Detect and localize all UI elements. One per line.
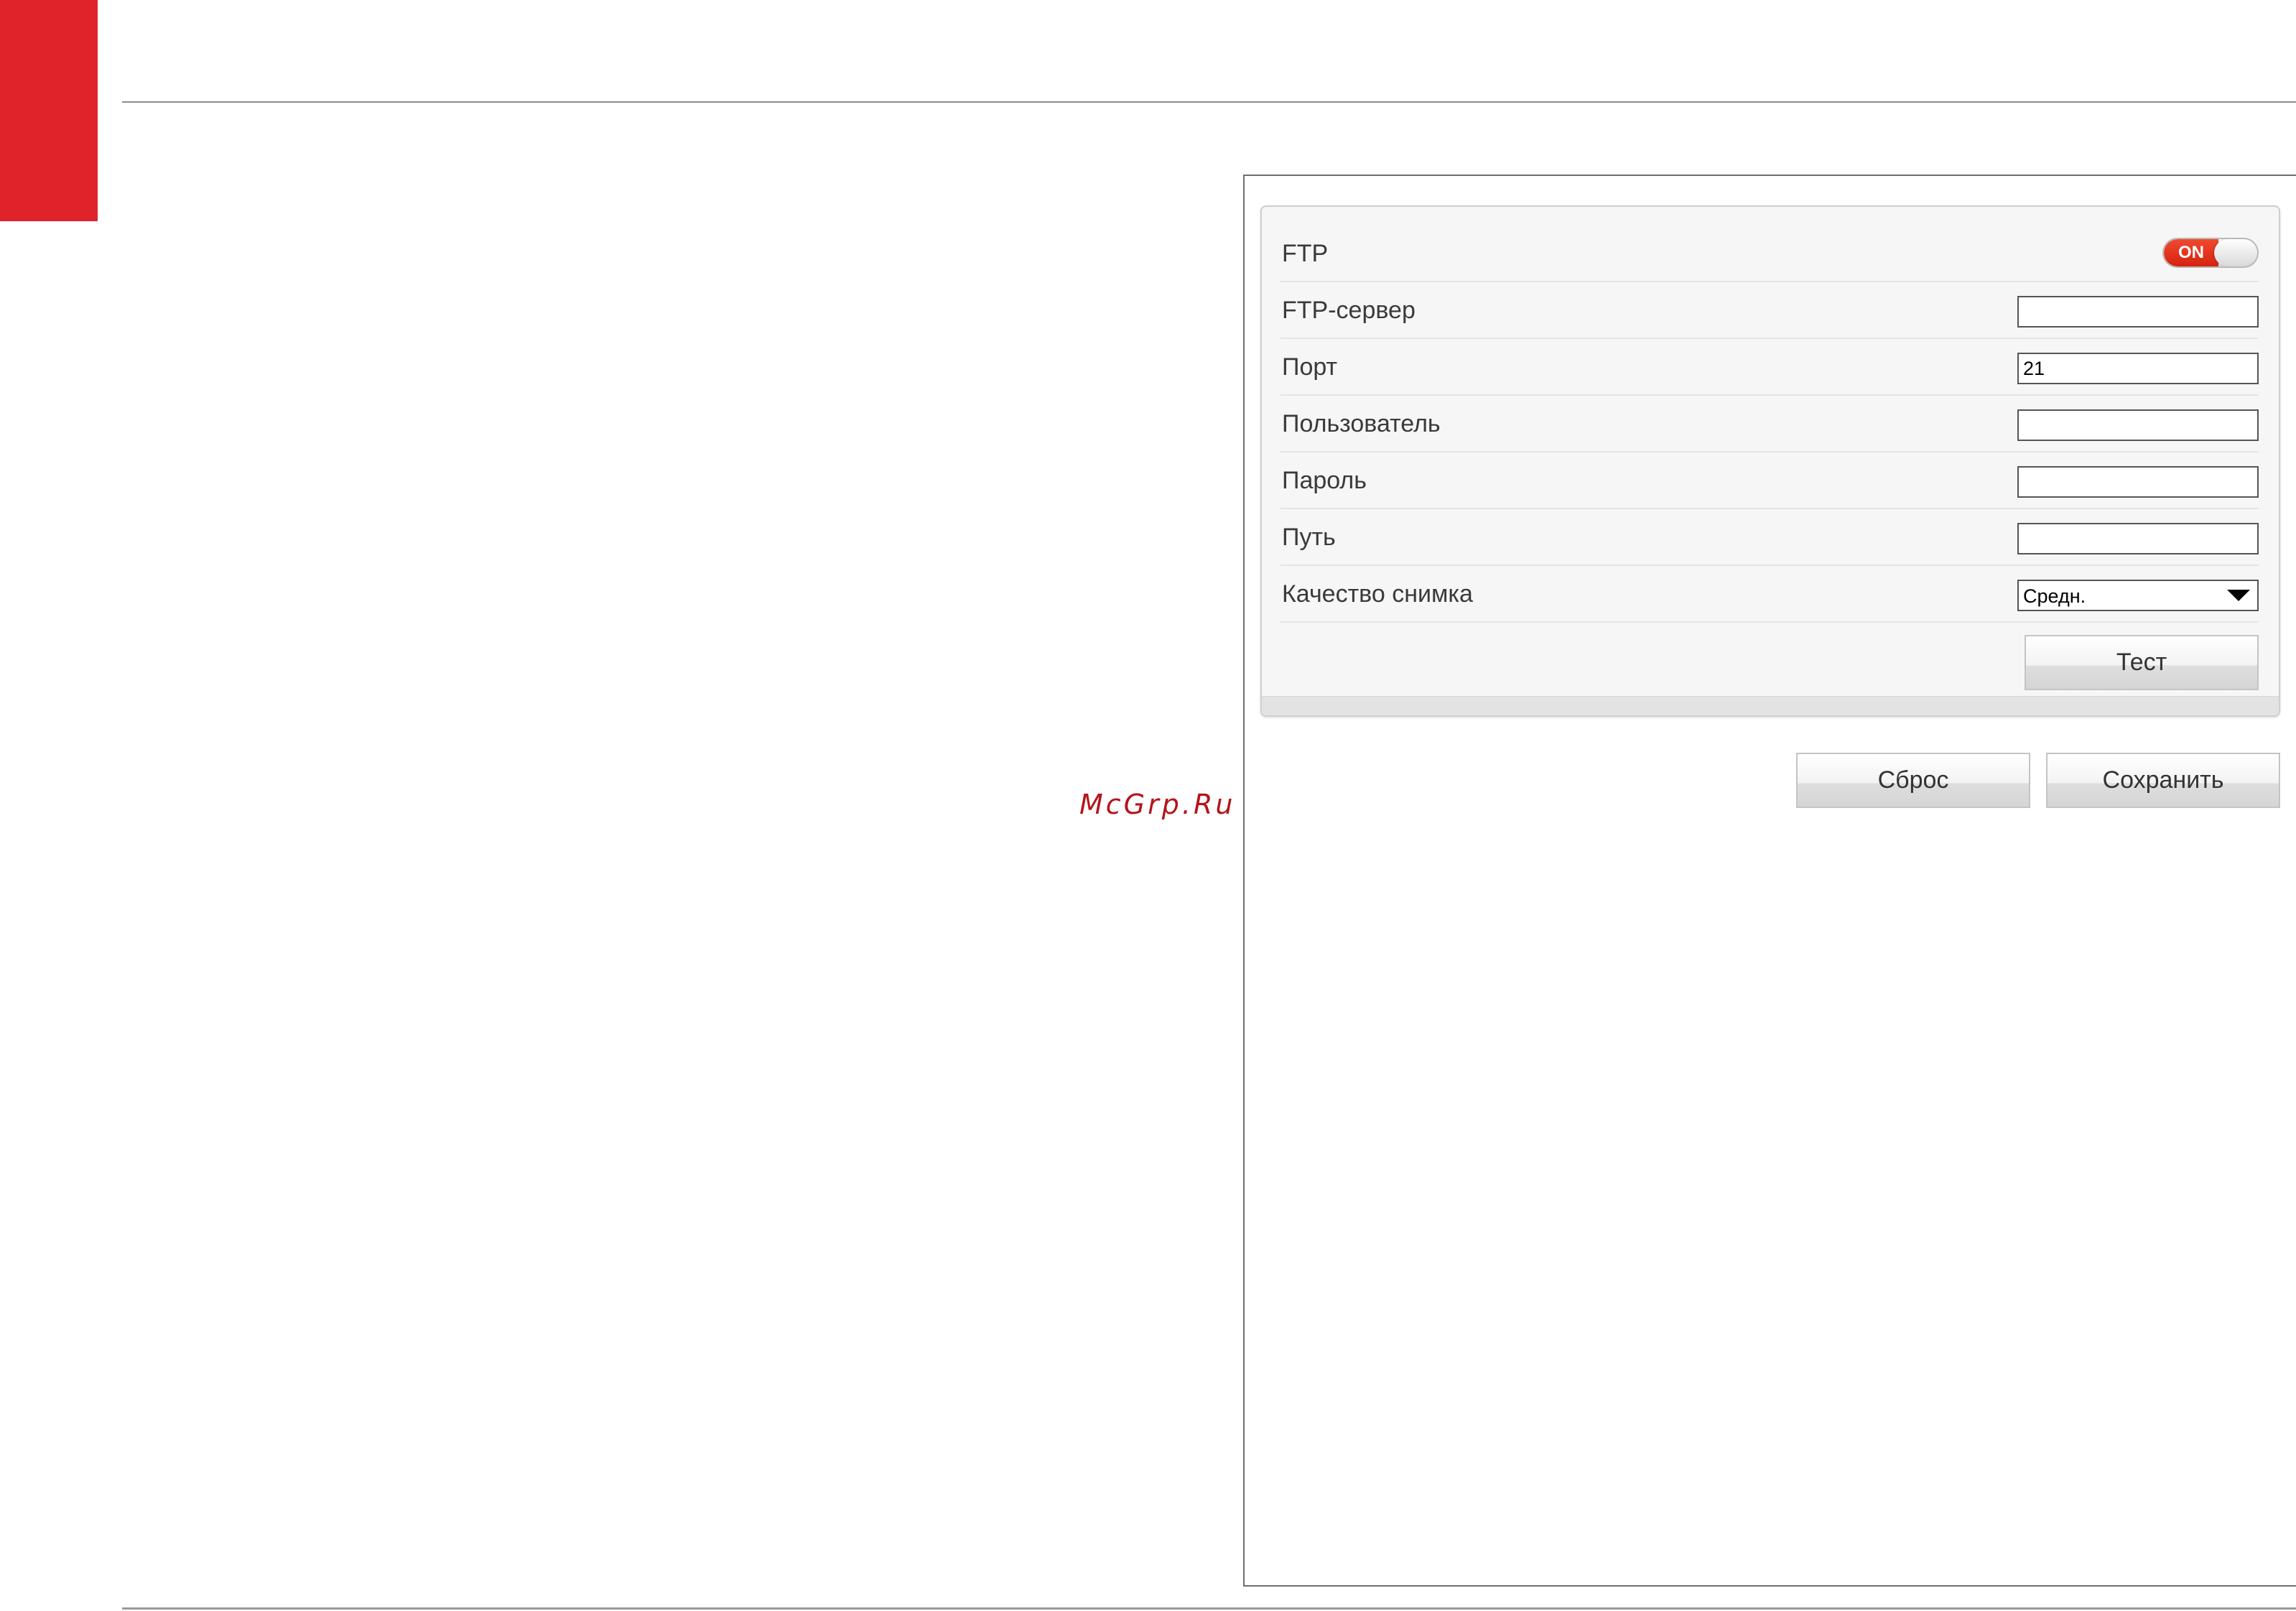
- toggle-knob: [2214, 239, 2257, 266]
- corner-tab: [0, 0, 98, 221]
- path-label: Путь: [1282, 524, 1336, 551]
- panel-footer: [1262, 696, 2279, 715]
- row-user: Пользователь: [1281, 396, 2259, 452]
- password-input[interactable]: [2017, 466, 2259, 498]
- ftp-label: FTP: [1282, 240, 1329, 267]
- ftp-server-label: FTP-сервер: [1282, 297, 1416, 324]
- port-input[interactable]: [2017, 353, 2259, 384]
- toggle-on-label: ON: [2164, 239, 2218, 266]
- row-path: Путь: [1281, 509, 2259, 566]
- row-port: Порт: [1281, 339, 2259, 396]
- save-button[interactable]: Сохранить: [2046, 753, 2280, 808]
- reset-button[interactable]: Сброс: [1796, 753, 2030, 808]
- user-input[interactable]: [2017, 409, 2259, 441]
- header-divider: [122, 101, 2296, 103]
- test-button[interactable]: Тест: [2025, 635, 2259, 690]
- ftp-toggle[interactable]: ON: [2162, 238, 2259, 268]
- snapshot-quality-value: Средн.: [2023, 585, 2086, 607]
- user-label: Пользователь: [1282, 410, 1441, 437]
- port-label: Порт: [1282, 353, 1338, 381]
- row-password: Пароль: [1281, 452, 2259, 509]
- chevron-down-icon: [2227, 590, 2250, 601]
- path-input[interactable]: [2017, 523, 2259, 554]
- password-label: Пароль: [1282, 467, 1367, 494]
- ftp-server-input[interactable]: [2017, 296, 2259, 328]
- watermark: McGrp.Ru: [1079, 789, 1236, 820]
- row-ftp-server: FTP-сервер: [1281, 282, 2259, 339]
- footer-divider: [122, 1607, 2296, 1610]
- snapshot-quality-select[interactable]: Средн.: [2017, 580, 2259, 611]
- snapshot-quality-label: Качество снимка: [1282, 580, 1473, 608]
- row-ftp: FTP ON: [1281, 226, 2259, 282]
- row-snapshot-quality: Качество снимка Средн.: [1281, 566, 2259, 623]
